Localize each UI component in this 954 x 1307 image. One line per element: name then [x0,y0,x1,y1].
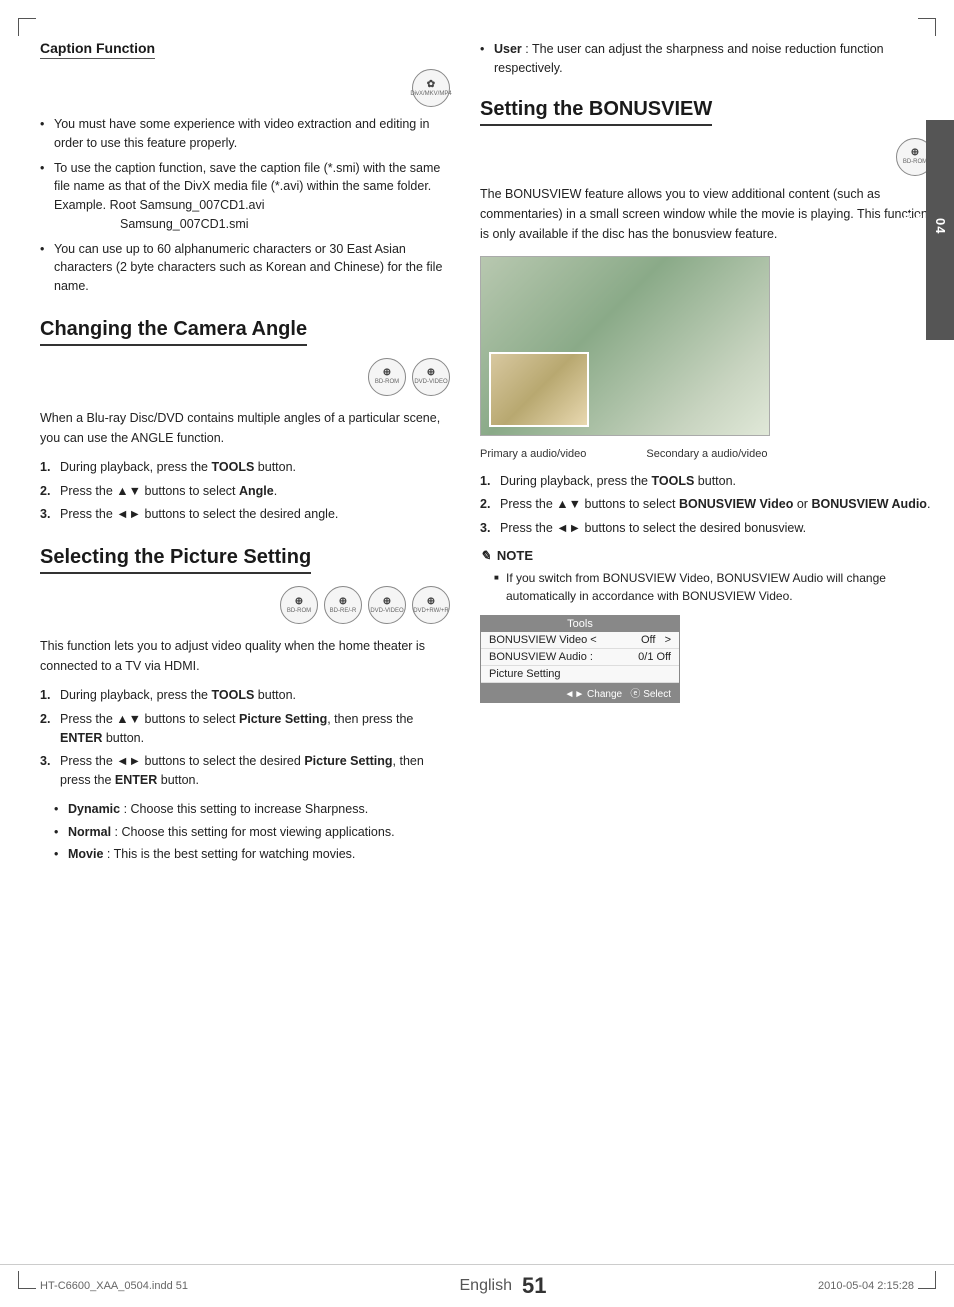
camera-step-3: 3.Press the ◄► buttons to select the des… [40,505,450,524]
camera-angle-steps: 1.During playback, press the TOOLS butto… [40,458,450,524]
picture-setting-intro: This function lets you to adjust video q… [40,636,450,676]
bonusview-step-3: 3.Press the ◄► buttons to select the des… [480,519,934,538]
dvdrw-icon: ⊕ DVD+RW/+R [412,586,450,624]
tools-row-3: Picture Setting [481,666,679,683]
camera-angle-section: Changing the Camera Angle ⊕ BD-ROM ⊕ DVD… [40,318,450,524]
picture-normal: Normal : Choose this setting for most vi… [54,823,450,842]
tools-row-1-label: BONUSVIEW Video < [489,634,597,646]
bonusview-secondary-box [489,352,589,427]
bonusview-step-2: 2.Press the ▲▼ buttons to select BONUSVI… [480,495,934,514]
tools-menu-header: Tools [481,616,679,632]
picture-step-2: 2.Press the ▲▼ buttons to select Picture… [40,710,450,748]
tools-row-1: BONUSVIEW Video < Off > [481,632,679,649]
right-column: User : The user can adjust the sharpness… [470,40,934,1244]
bdrom-icon-1: ⊕ BD-ROM [368,358,406,396]
user-bullet-list: User : The user can adjust the sharpness… [480,40,934,78]
chapter-title: BasicFunctions [901,195,925,266]
bonusview-title: Setting the BONUSVIEW [480,98,712,126]
tools-row-3-label: Picture Setting [489,668,561,680]
camera-step-1: 1.During playback, press the TOOLS butto… [40,458,450,477]
page-wrapper: 04 BasicFunctions Caption Function ✿ Div… [0,0,954,1307]
note-label: NOTE [497,548,533,563]
tools-row-2-label: BONUSVIEW Audio : [489,651,593,663]
caption-bullet-3: You can use up to 60 alphanumeric charac… [40,240,450,296]
picture-setting-title: Selecting the Picture Setting [40,546,311,574]
dvdvideo-icon-2: ⊕ DVD-VIDEO [368,586,406,624]
picture-step-1: 1.During playback, press the TOOLS butto… [40,686,450,705]
picture-setting-steps: 1.During playback, press the TOOLS butto… [40,686,450,790]
picture-setting-section: Selecting the Picture Setting ⊕ BD-ROM ⊕… [40,546,450,864]
page-footer: HT-C6600_XAA_0504.indd 51 English 51 201… [0,1264,954,1307]
note-item-1: If you switch from BONUSVIEW Video, BONU… [494,569,934,605]
corner-mark-tl [18,18,36,36]
caption-function-title: Caption Function [40,40,155,59]
picture-movie: Movie : This is the best setting for wat… [54,845,450,864]
page-number: 51 [522,1273,546,1299]
camera-angle-title: Changing the Camera Angle [40,318,307,346]
english-label: English [460,1277,512,1295]
footer-left: HT-C6600_XAA_0504.indd 51 [40,1280,188,1292]
bonusview-labels: Primary a audio/video Secondary a audio/… [480,448,934,460]
picture-setting-icons: ⊕ BD-ROM ⊕ BD-RE/-R ⊕ DVD-VIDEO ⊕ DVD+RW… [40,586,450,624]
chapter-number: 04 [933,218,948,234]
bonusview-steps: 1.During playback, press the TOOLS butto… [480,472,934,538]
tools-row-1-value: Off > [641,634,671,646]
corner-mark-tr [918,18,936,36]
camera-step-2: 2.Press the ▲▼ buttons to select Angle. [40,482,450,501]
note-title: ✎ NOTE [480,548,934,564]
note-list: If you switch from BONUSVIEW Video, BONU… [480,569,934,605]
bdrer-icon: ⊕ BD-RE/-R [324,586,362,624]
caption-bullet-2: To use the caption function, save the ca… [40,159,450,234]
tools-menu-screenshot: Tools BONUSVIEW Video < Off > BONUSVIEW … [480,615,680,703]
picture-sub-bullets: Dynamic : Choose this setting to increas… [40,800,450,864]
tools-row-2-value: 0/1 Off [638,651,671,663]
corner-mark-bl [18,1271,36,1289]
corner-mark-br [918,1271,936,1289]
bonusview-intro: The BONUSVIEW feature allows you to view… [480,184,934,244]
caption-divx-icon: ✿ DivX/MKV/MP4 [412,69,450,107]
note-icon: ✎ [480,548,491,564]
bonusview-image [480,256,770,436]
picture-step-3: 3.Press the ◄► buttons to select the des… [40,752,450,790]
tools-menu-footer: ◄► Change ⓔ Select [481,683,679,702]
primary-label: Primary a audio/video [480,448,586,460]
caption-bullets: You must have some experience with video… [40,115,450,296]
caption-function-section: Caption Function ✿ DivX/MKV/MP4 You must… [40,40,450,296]
note-block: ✎ NOTE If you switch from BONUSVIEW Vide… [480,548,934,605]
camera-angle-intro: When a Blu-ray Disc/DVD contains multipl… [40,408,450,448]
user-bullet: User : The user can adjust the sharpness… [480,40,934,78]
dvdvideo-icon-1: ⊕ DVD-VIDEO [412,358,450,396]
caption-bullet-1: You must have some experience with video… [40,115,450,153]
bdrom-icon-2: ⊕ BD-ROM [280,586,318,624]
camera-angle-icons: ⊕ BD-ROM ⊕ DVD-VIDEO [40,358,450,396]
content-area: Caption Function ✿ DivX/MKV/MP4 You must… [0,0,954,1264]
bonusview-section: Setting the BONUSVIEW ⊕ BD-ROM The BONUS… [480,98,934,703]
tools-row-2: BONUSVIEW Audio : 0/1 Off [481,649,679,666]
picture-dynamic: Dynamic : Choose this setting to increas… [54,800,450,819]
secondary-label: Secondary a audio/video [646,448,767,460]
footer-right: 2010-05-04 2:15:28 [818,1280,914,1292]
left-column: Caption Function ✿ DivX/MKV/MP4 You must… [40,40,470,1244]
bonusview-step-1: 1.During playback, press the TOOLS butto… [480,472,934,491]
chapter-side-tab: 04 BasicFunctions [926,120,954,340]
